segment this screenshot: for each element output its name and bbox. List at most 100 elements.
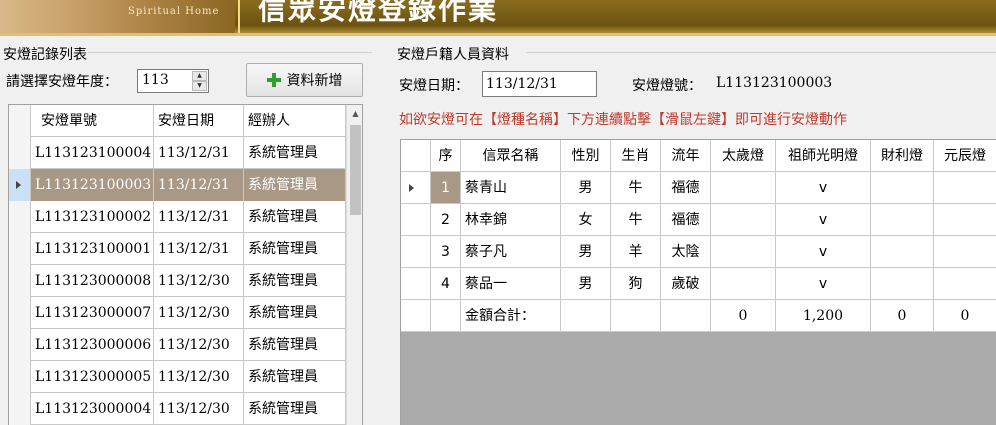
column-header-taisui[interactable]: 太歲燈 (711, 140, 776, 172)
record-date: 113/12/31 (154, 137, 244, 169)
member-zodiac: 狗 (611, 268, 661, 300)
row-header[interactable] (401, 204, 431, 236)
year-label: 請選擇安燈年度： (6, 74, 118, 90)
banner-border (0, 33, 996, 36)
lamp-caili-cell[interactable] (871, 204, 934, 236)
member-seq: 4 (431, 268, 461, 300)
table-row[interactable]: 2 林幸錦 女 牛 福德 v (401, 204, 996, 236)
lamp-guangming-cell[interactable]: v (776, 172, 871, 204)
table-row[interactable]: L113123000004 113/12/30 系統管理員 (9, 393, 346, 425)
lamp-date-input[interactable]: 113/12/31 (482, 71, 597, 97)
total-row: 金額合計： 0 1,200 0 0 (401, 300, 996, 332)
member-name: 蔡品一 (461, 268, 561, 300)
lamp-caili-cell[interactable] (871, 236, 934, 268)
table-row[interactable]: L113123000007 113/12/30 系統管理員 (9, 297, 346, 329)
lamp-date-label: 安燈日期： (399, 78, 469, 94)
member-zodiac: 牛 (611, 204, 661, 236)
column-header-no[interactable]: 安燈單號 (31, 105, 154, 137)
table-row[interactable]: L113123100001 113/12/31 系統管理員 (9, 233, 346, 265)
row-header[interactable] (9, 265, 31, 297)
scroll-up-arrow-icon[interactable]: ▲ (347, 105, 362, 122)
column-header-handler[interactable]: 經辦人 (244, 105, 346, 137)
table-row[interactable]: 4 蔡品一 男 狗 歲破 v (401, 268, 996, 300)
record-date: 113/12/30 (154, 329, 244, 361)
lamp-taisui-cell[interactable] (711, 268, 776, 300)
lamp-taisui-cell[interactable] (711, 236, 776, 268)
member-name: 蔡青山 (461, 172, 561, 204)
table-row[interactable]: L113123100004 113/12/31 系統管理員 (9, 137, 346, 169)
total-yuanchen: 0 (934, 300, 996, 332)
table-row-selected[interactable]: L113123100003 113/12/31 系統管理員 (9, 169, 346, 201)
left-group-border (80, 52, 372, 53)
row-header[interactable] (9, 393, 31, 425)
record-handler: 系統管理員 (244, 361, 346, 393)
member-grid-header: 序 信眾名稱 性別 生肖 流年 太歲燈 祖師光明燈 財利燈 元辰燈 (401, 140, 996, 172)
lamp-guangming-cell[interactable]: v (776, 268, 871, 300)
table-row-selected[interactable]: 1 蔡青山 男 牛 福德 v (401, 172, 996, 204)
row-header[interactable] (9, 201, 31, 233)
row-header[interactable] (9, 297, 31, 329)
column-header-year[interactable]: 流年 (661, 140, 711, 172)
total-guangming: 1,200 (776, 300, 871, 332)
lamp-yuanchen-cell[interactable] (934, 172, 996, 204)
year-spinner[interactable]: 113 ▲ ▼ (137, 69, 209, 93)
column-header-date[interactable]: 安燈日期 (154, 105, 244, 137)
record-list-grid[interactable]: 安燈單號 安燈日期 經辦人 L113123100004 113/12/31 系統… (8, 104, 363, 425)
row-header[interactable] (9, 233, 31, 265)
record-no: L113123000008 (31, 265, 154, 297)
scrollbar-thumb[interactable] (350, 125, 361, 215)
add-record-button[interactable]: 資料新增 (246, 63, 363, 97)
row-header[interactable] (401, 268, 431, 300)
spin-up-button[interactable]: ▲ (192, 71, 207, 81)
left-group-title: 安燈記錄列表 (2, 44, 88, 64)
column-header-caili[interactable]: 財利燈 (871, 140, 934, 172)
row-header[interactable] (401, 236, 431, 268)
column-header-zodiac[interactable]: 生肖 (611, 140, 661, 172)
record-date: 113/12/31 (154, 233, 244, 265)
record-date: 113/12/31 (154, 169, 244, 201)
row-header[interactable] (9, 361, 31, 393)
lamp-no-value: L113123100003 (716, 75, 833, 91)
table-row[interactable]: L113123000005 113/12/30 系統管理員 (9, 361, 346, 393)
column-header-seq[interactable]: 序 (431, 140, 461, 172)
total-empty (661, 300, 711, 332)
record-no: L113123000007 (31, 297, 154, 329)
member-gender: 男 (561, 268, 611, 300)
row-header[interactable] (9, 169, 31, 201)
record-list-scrollbar[interactable]: ▲ (346, 105, 362, 425)
spin-down-button[interactable]: ▼ (192, 81, 207, 91)
column-header-guangming[interactable]: 祖師光明燈 (776, 140, 871, 172)
row-header[interactable] (401, 172, 431, 204)
column-header-yuanchen[interactable]: 元辰燈 (934, 140, 996, 172)
table-row[interactable]: L113123000008 113/12/30 系統管理員 (9, 265, 346, 297)
lamp-caili-cell[interactable] (871, 268, 934, 300)
total-caili: 0 (871, 300, 934, 332)
lamp-guangming-cell[interactable]: v (776, 204, 871, 236)
member-seq: 3 (431, 236, 461, 268)
member-lamp-grid[interactable]: 序 信眾名稱 性別 生肖 流年 太歲燈 祖師光明燈 財利燈 元辰燈 1 蔡青山 … (400, 139, 996, 425)
record-no: L113123100004 (31, 137, 154, 169)
current-row-icon (409, 184, 414, 192)
lamp-caili-cell[interactable] (871, 172, 934, 204)
lamp-taisui-cell[interactable] (711, 172, 776, 204)
header-banner: Spiritual Home 信眾安燈登錄作業 (0, 0, 996, 36)
lamp-yuanchen-cell[interactable] (934, 236, 996, 268)
column-header-gender[interactable]: 性別 (561, 140, 611, 172)
record-handler: 系統管理員 (244, 137, 346, 169)
table-row[interactable]: 3 蔡子凡 男 羊 太陰 v (401, 236, 996, 268)
table-row[interactable]: L113123000006 113/12/30 系統管理員 (9, 329, 346, 361)
banner-logo-area: Spiritual Home (0, 0, 235, 36)
table-row[interactable]: L113123100002 113/12/31 系統管理員 (9, 201, 346, 233)
record-handler: 系統管理員 (244, 201, 346, 233)
lamp-taisui-cell[interactable] (711, 204, 776, 236)
right-group-border (526, 52, 996, 53)
row-header[interactable] (9, 137, 31, 169)
lamp-guangming-cell[interactable]: v (776, 236, 871, 268)
row-header[interactable] (9, 329, 31, 361)
lamp-yuanchen-cell[interactable] (934, 268, 996, 300)
column-header-name[interactable]: 信眾名稱 (461, 140, 561, 172)
instruction-hint: 如欲安燈可在【燈種名稱】下方連續點擊【滑鼠左鍵】即可進行安燈動作 (399, 112, 847, 128)
plus-icon (266, 73, 281, 87)
lamp-yuanchen-cell[interactable] (934, 204, 996, 236)
row-header-corner (401, 140, 431, 172)
